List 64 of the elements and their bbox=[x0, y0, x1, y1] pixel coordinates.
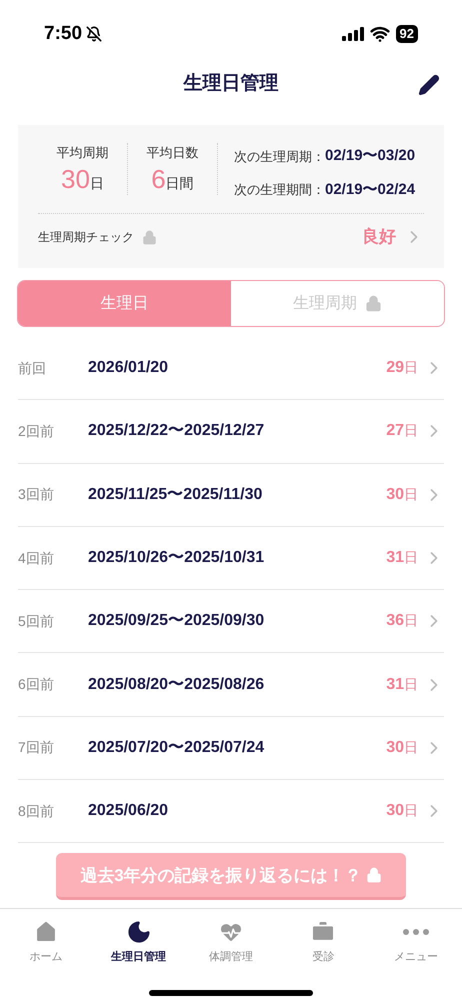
forecast-value: 02/19〜03/20 bbox=[325, 146, 416, 166]
record-days: 30 bbox=[386, 482, 404, 507]
record-days-unit: 日 bbox=[404, 801, 418, 820]
record-dates: 2025/08/20〜2025/08/26 bbox=[88, 674, 264, 695]
pencil-icon bbox=[418, 74, 440, 96]
record-days-unit: 日 bbox=[404, 548, 418, 568]
record-dates: 2025/09/25〜2025/09/30 bbox=[88, 611, 264, 632]
wifi-icon bbox=[370, 24, 390, 44]
record-row[interactable]: 7回前 2025/07/20〜2025/07/24 30日 bbox=[18, 716, 444, 780]
record-label: 4回前 bbox=[18, 548, 55, 568]
record-days-unit: 日 bbox=[404, 674, 418, 694]
record-dates: 2025/12/22〜2025/12/27 bbox=[88, 421, 264, 442]
record-dates: 2026/01/20 bbox=[88, 358, 168, 378]
record-days-unit: 日 bbox=[404, 484, 418, 504]
status-time: 7:50 bbox=[44, 22, 82, 46]
record-row[interactable]: 6回前 2025/08/20〜2025/08/26 31日 bbox=[18, 653, 444, 717]
stat-unit: 日間 bbox=[166, 174, 194, 192]
record-row[interactable]: 8回前 2025/06/20 30日 bbox=[18, 780, 444, 844]
record-days: 36 bbox=[386, 609, 404, 634]
record-dates: 2025/07/20〜2025/07/24 bbox=[88, 738, 264, 758]
forecast-value: 02/19〜02/24 bbox=[325, 180, 416, 200]
tab-bar-item[interactable]: 受診 bbox=[277, 919, 370, 972]
record-label: 5回前 bbox=[18, 612, 55, 631]
record-dates: 2025/06/20 bbox=[88, 801, 168, 822]
more-icon bbox=[402, 929, 429, 936]
record-label: 2回前 bbox=[18, 422, 55, 441]
cycle-check-result: 良好 bbox=[362, 226, 396, 248]
battery-indicator: 92 bbox=[396, 25, 418, 43]
record-days-unit: 日 bbox=[404, 421, 418, 440]
record-days: 30 bbox=[386, 799, 404, 824]
stat-unit: 日 bbox=[90, 174, 104, 192]
record-days: 31 bbox=[386, 546, 404, 570]
record-row[interactable]: 前回 2026/01/20 29日 bbox=[18, 337, 444, 400]
forecast-label: 次の生理周期： bbox=[234, 148, 325, 166]
record-days-unit: 日 bbox=[404, 358, 418, 378]
record-label: 7回前 bbox=[18, 738, 55, 758]
record-dates: 2025/10/26〜2025/10/31 bbox=[88, 548, 264, 568]
stat-value: 30 bbox=[61, 162, 90, 194]
tab-bar-item[interactable]: 生理日管理 bbox=[92, 919, 185, 972]
stat-label: 平均周期 bbox=[56, 144, 108, 162]
record-row[interactable]: 2回前 2025/12/22〜2025/12/27 27日 bbox=[18, 400, 444, 464]
record-row[interactable]: 5回前 2025/09/25〜2025/09/30 36日 bbox=[18, 590, 444, 654]
moon-icon bbox=[126, 919, 152, 946]
tab-bar-item[interactable]: 体調管理 bbox=[184, 919, 278, 972]
record-label: 6回前 bbox=[18, 675, 55, 694]
signal-icon bbox=[342, 27, 364, 41]
record-days: 31 bbox=[386, 672, 404, 697]
bell-off-icon bbox=[86, 26, 102, 42]
record-days: 27 bbox=[386, 419, 404, 444]
record-label: 8回前 bbox=[18, 802, 55, 821]
record-row[interactable]: 4回前 2025/10/26〜2025/10/31 31日 bbox=[18, 526, 444, 590]
screen-title: 生理日管理 bbox=[184, 72, 278, 96]
record-days-unit: 日 bbox=[404, 738, 418, 757]
record-row[interactable]: 3回前 2025/11/25〜2025/11/30 30日 bbox=[18, 464, 444, 527]
record-dates: 2025/11/25〜2025/11/30 bbox=[88, 484, 262, 505]
record-days: 29 bbox=[386, 356, 404, 380]
record-label: 3回前 bbox=[18, 485, 55, 504]
cycle-check-label: 生理周期チェック bbox=[38, 229, 134, 246]
stat-label: 平均日数 bbox=[146, 144, 198, 162]
stat-value: 6 bbox=[151, 162, 166, 194]
forecast-label: 次の生理期間： bbox=[234, 181, 325, 199]
record-days: 30 bbox=[386, 736, 404, 760]
record-days-unit: 日 bbox=[404, 611, 418, 630]
record-label: 前回 bbox=[18, 358, 47, 378]
